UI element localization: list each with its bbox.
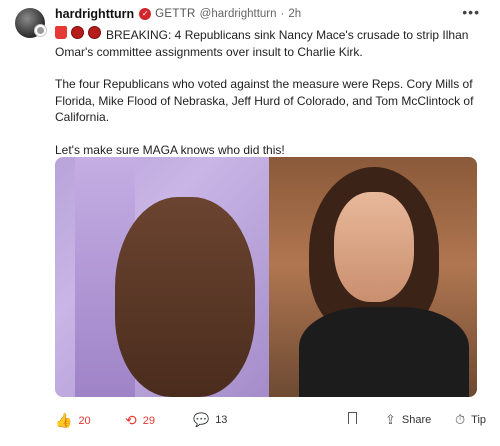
like-count: 20 — [78, 414, 91, 427]
comment-icon: 💬 — [193, 412, 210, 427]
post-time: 2h — [288, 8, 302, 20]
username[interactable]: hardrightturn — [55, 7, 134, 21]
bookmark-icon — [348, 412, 357, 424]
like-button[interactable]: 👍 20 — [55, 412, 91, 429]
tip-button[interactable]: ⏱ Tip — [455, 412, 486, 428]
share-button[interactable]: ⇪ Share — [385, 412, 431, 428]
comment-count: 13 — [215, 414, 228, 426]
repost-icon: ⟲ — [125, 412, 137, 428]
bookmark-button[interactable] — [348, 412, 357, 424]
avatar-badge-icon — [34, 24, 47, 37]
separator-dot: · — [280, 8, 285, 20]
photo-ilhan-omar[interactable] — [55, 157, 269, 397]
maga-hat-emoji-icon — [71, 26, 84, 39]
post-paragraph-2: The four Republicans who voted against t… — [55, 77, 474, 124]
more-horizontal-icon[interactable]: ••• — [462, 4, 480, 20]
repost-button[interactable]: ⟲ 29 — [125, 412, 155, 429]
maga-hat-emoji-icon — [88, 26, 101, 39]
action-bar: 👍 20 ⟲ 29 💬 13 ⇪ Share ⏱ Tip — [55, 412, 486, 432]
comment-button[interactable]: 💬 13 — [193, 412, 227, 428]
post-card: hardrightturn ✓ GETTR @hardrightturn · 2… — [0, 0, 500, 446]
repost-count: 29 — [142, 414, 155, 427]
photo-right-dress — [299, 307, 469, 397]
post-text: BREAKING: 4 Republicans sink Nancy Mace'… — [55, 25, 475, 158]
user-handle[interactable]: @hardrightturn — [200, 8, 277, 20]
post-paragraph-1: BREAKING: 4 Republicans sink Nancy Mace'… — [55, 25, 475, 60]
post-paragraph-3: Let's make sure MAGA knows who did this! — [55, 142, 285, 157]
tip-icon: ⏱ — [455, 412, 466, 427]
post-text-line1: BREAKING: 4 Republicans sink Nancy Mace'… — [55, 28, 469, 59]
emoji-badges — [55, 26, 101, 39]
verified-check-icon: ✓ — [139, 8, 152, 20]
share-label: Share — [401, 414, 432, 426]
photo-left-face — [115, 197, 255, 397]
post-header: hardrightturn ✓ GETTR @hardrightturn · 2… — [55, 6, 301, 22]
photo-right-face — [334, 192, 414, 302]
share-icon: ⇪ — [385, 412, 396, 427]
thumbs-up-icon: 👍 — [55, 412, 73, 428]
photo-nancy-mace[interactable] — [269, 157, 477, 397]
post-media[interactable] — [55, 157, 477, 397]
siren-emoji-icon — [55, 26, 67, 39]
platform-label: GETTR — [155, 8, 196, 20]
tip-label: Tip — [471, 414, 487, 426]
